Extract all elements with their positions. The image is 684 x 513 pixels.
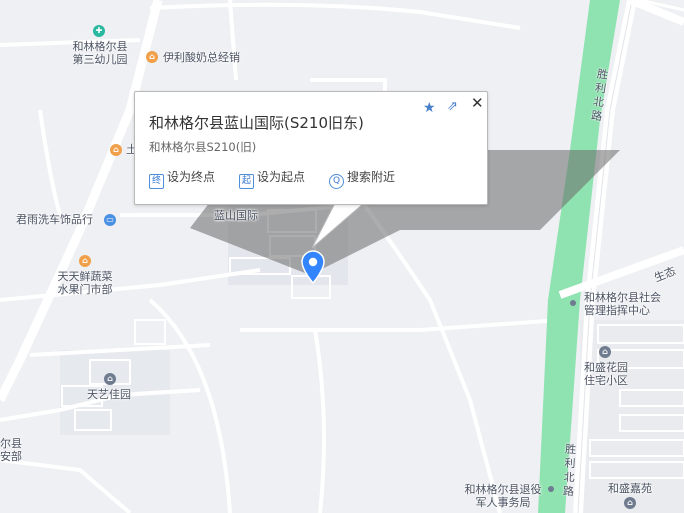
poi-label-veg[interactable]: 天天鲜蔬菜 水果门市部 (50, 270, 120, 296)
residence-icon: ⌂ (599, 346, 611, 358)
search-nearby-label: 搜索附近 (347, 170, 396, 184)
poi-label-tianyi[interactable]: 天艺佳园 (87, 388, 131, 401)
set-origin-label: 设为起点 (257, 170, 306, 184)
residence-icon: ⌂ (624, 497, 636, 509)
road-label-shengli-north-bottom: 胜利北路 (562, 442, 577, 499)
poi-label-veterans[interactable]: 和林格尔县退役 军人事务局 (458, 483, 548, 509)
set-destination-button[interactable]: 终设为终点 (149, 168, 215, 189)
origin-icon: 起 (239, 174, 254, 189)
share-icon[interactable]: ⇗ (447, 99, 458, 114)
poi-label-lanshan[interactable]: 蓝山国际 (214, 209, 258, 222)
shop-icon: ⌂ (79, 255, 91, 267)
dot-icon (570, 300, 576, 306)
poi-label-heshengjia[interactable]: 和盛嘉苑 (608, 482, 652, 495)
residence-icon: ⌂ (104, 373, 116, 385)
dot-icon (548, 486, 554, 492)
map-canvas[interactable] (0, 0, 684, 513)
search-nearby-button[interactable]: Q 搜索附近 (329, 168, 395, 189)
popup-address: 和林格尔县S210(旧) (149, 140, 257, 154)
info-popup: 和林格尔县蓝山国际(S210旧东) 和林格尔县S210(旧) 终设为终点 起设为… (134, 91, 488, 205)
set-destination-label: 设为终点 (167, 170, 216, 184)
set-origin-button[interactable]: 起设为起点 (239, 168, 305, 189)
poi-label-kindergarten[interactable]: 和林格尔县 第三幼儿园 (70, 40, 130, 66)
school-icon: ✚ (93, 25, 105, 37)
poi-label-hesheng[interactable]: 和盛花园 住宅小区 (578, 361, 634, 387)
shop-icon: ⌂ (110, 144, 122, 156)
location-pin-icon[interactable] (300, 250, 326, 284)
close-icon[interactable]: ✕ (471, 94, 484, 112)
poi-label-yili[interactable]: 伊利酸奶总经销 (163, 51, 240, 64)
poi-label-mgmt[interactable]: 和林格尔县社会 管理指挥中心 (584, 291, 661, 317)
poi-label-edge[interactable]: 尔县 安部 (0, 437, 22, 463)
destination-icon: 终 (149, 174, 164, 189)
search-icon: Q (329, 174, 344, 189)
popup-title: 和林格尔县蓝山国际(S210旧东) (149, 114, 364, 132)
poi-label-carwash[interactable]: 君雨洗车饰品行 (16, 213, 93, 226)
star-icon[interactable]: ★ (423, 100, 436, 116)
shop-icon: ⌂ (146, 51, 158, 63)
car-icon: ▭ (104, 214, 116, 226)
